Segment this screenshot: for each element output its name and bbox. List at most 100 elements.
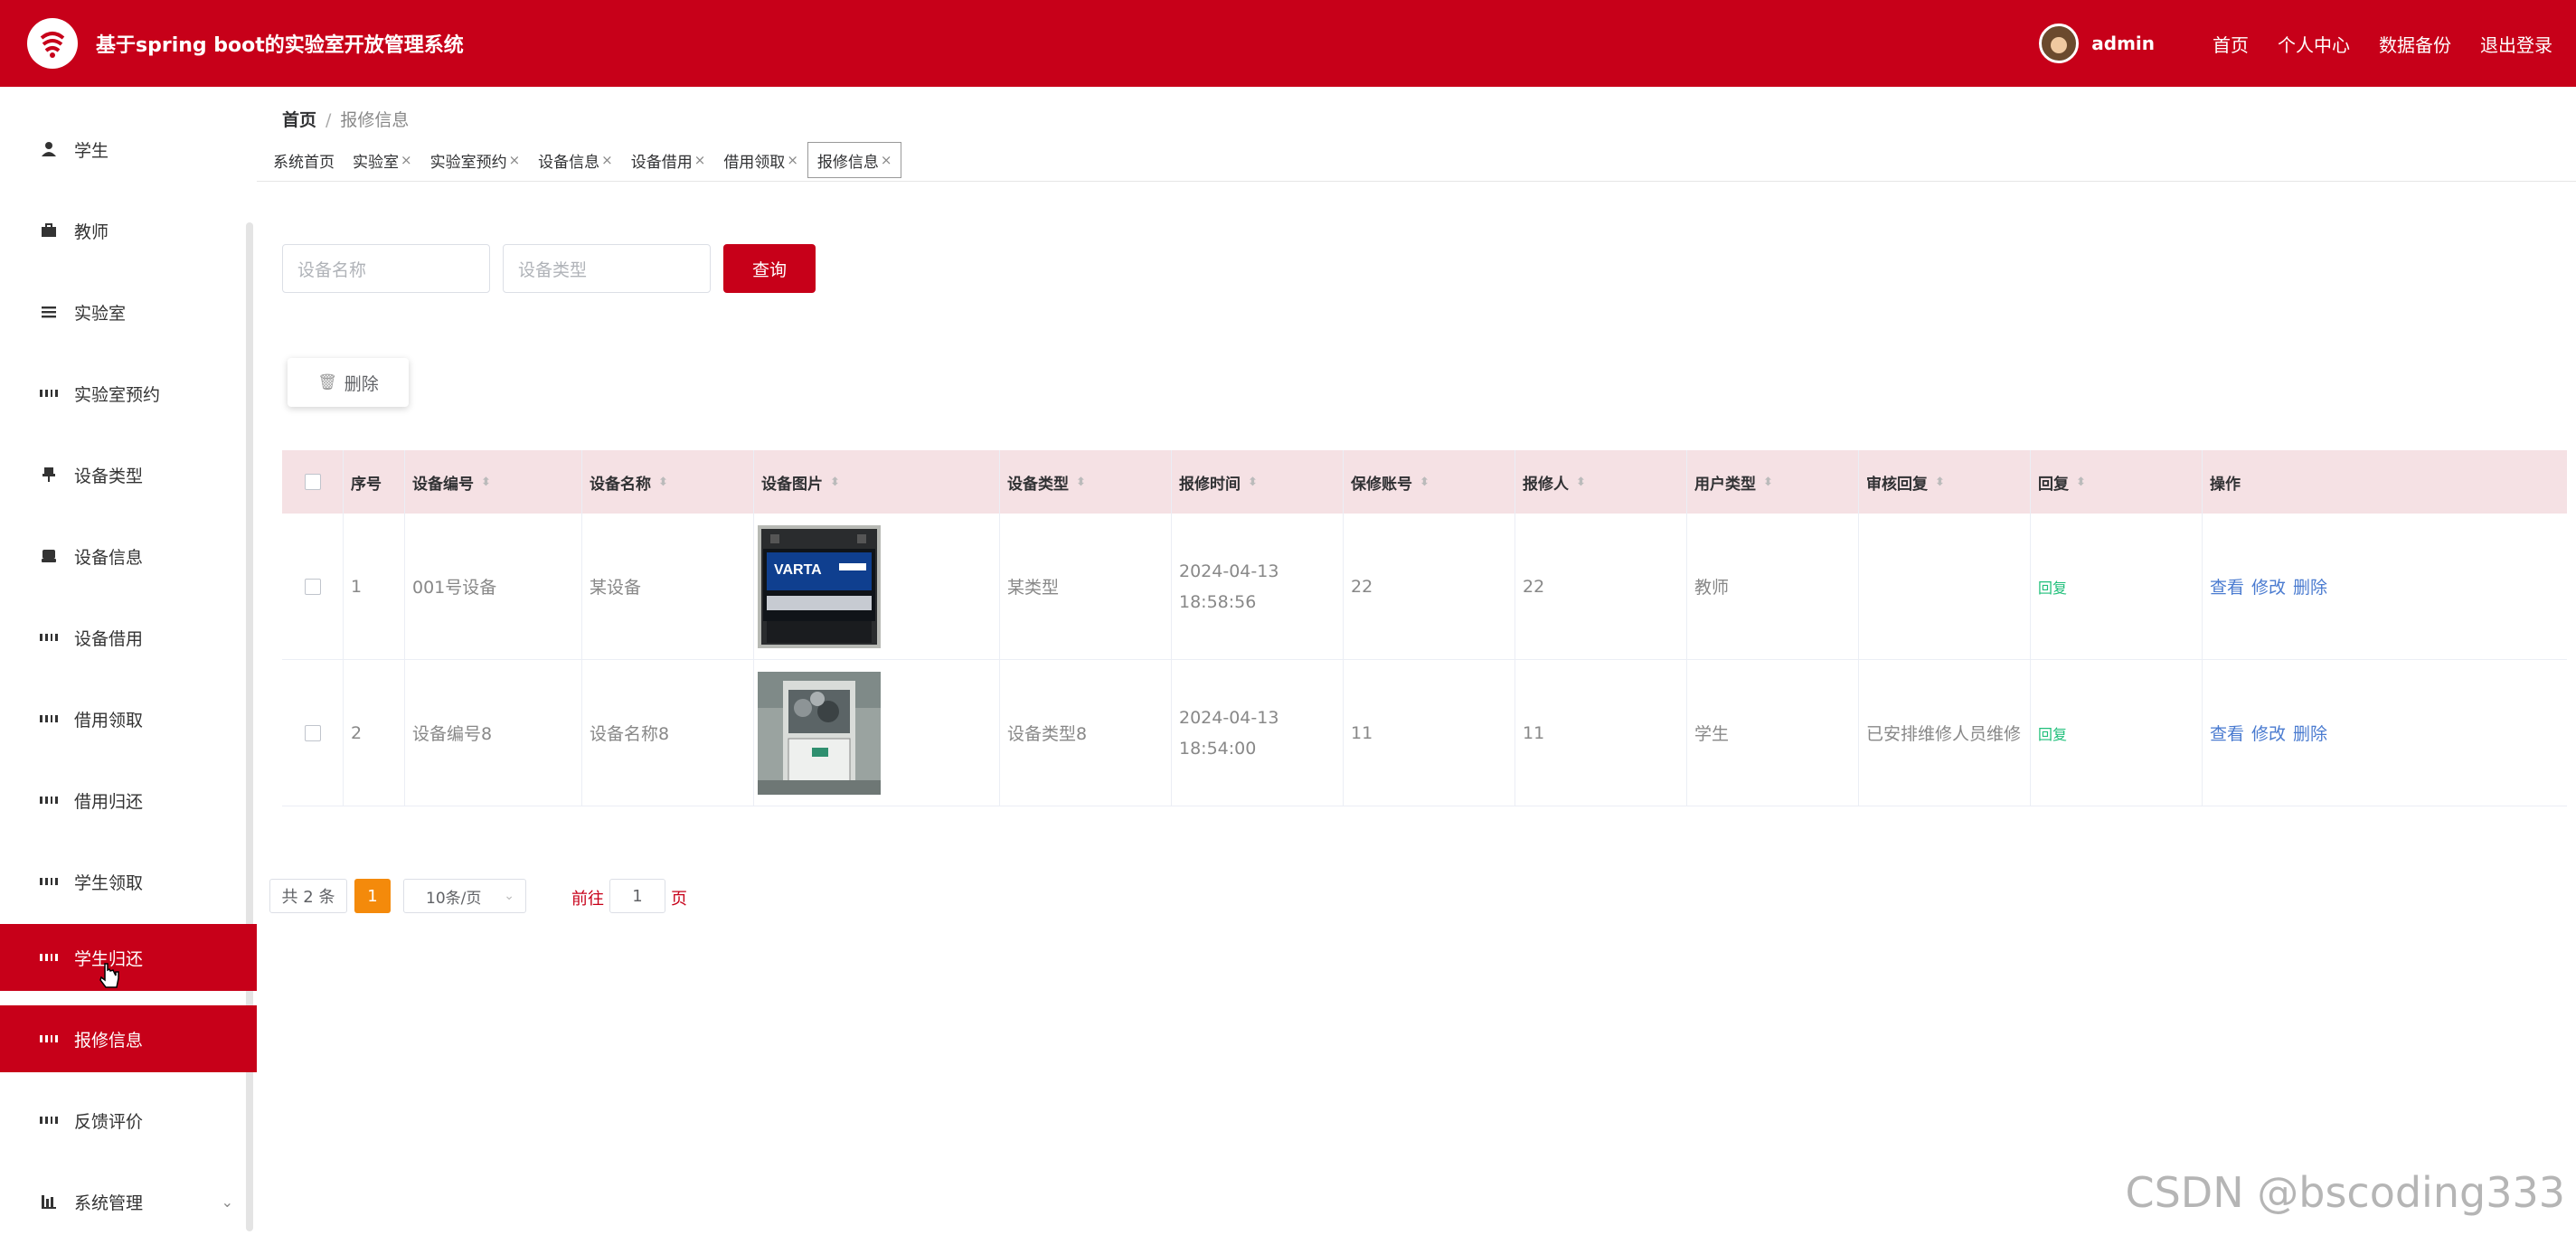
nav-profile-link[interactable]: 个人中心: [2278, 31, 2350, 57]
row-checkbox[interactable]: [305, 725, 321, 741]
sidebar-item-lab-booking[interactable]: 实验室预约: [0, 360, 257, 427]
sidebar-item-label: 设备信息: [74, 544, 143, 569]
sidebar-item-feedback[interactable]: 反馈评价: [0, 1087, 257, 1154]
sidebar-item-label: 教师: [74, 219, 109, 243]
close-icon[interactable]: ×: [401, 152, 412, 168]
close-icon[interactable]: ×: [787, 152, 798, 168]
delete-link[interactable]: 删除: [2293, 721, 2327, 745]
nav-logout-link[interactable]: 退出登录: [2480, 31, 2552, 57]
col-header-type[interactable]: 设备类型⬍: [1000, 450, 1172, 514]
close-icon[interactable]: ×: [601, 152, 613, 168]
delete-link[interactable]: 删除: [2293, 574, 2327, 599]
select-all-checkbox-cell[interactable]: [282, 450, 344, 514]
sidebar-item-label: 系统管理: [74, 1190, 143, 1214]
chevron-down-icon: ⌄: [222, 1193, 233, 1211]
sort-icon: ⬍: [1248, 476, 1258, 489]
user-avatar[interactable]: [2039, 24, 2079, 63]
view-link[interactable]: 查看: [2210, 721, 2244, 745]
battery-photo[interactable]: VARTA: [758, 525, 881, 648]
cell-user-type: 教师: [1687, 514, 1859, 659]
grid-icon: [40, 948, 58, 966]
reply-link[interactable]: 回复: [2038, 722, 2067, 744]
nav-home-link[interactable]: 首页: [2213, 31, 2249, 57]
top-header: 基于spring boot的实验室开放管理系统 admin 首页 个人中心 数据…: [0, 0, 2576, 87]
sidebar-item-system[interactable]: 系统管理 ⌄: [0, 1168, 257, 1235]
sort-icon: ⬍: [481, 476, 491, 489]
col-header-index: 序号: [344, 450, 405, 514]
cell-review: 已安排维修人员维修: [1859, 660, 2031, 806]
sidebar-item-lab[interactable]: 实验室: [0, 278, 257, 345]
sidebar-item-student-return[interactable]: 学生归还: [0, 924, 257, 991]
breadcrumb: 首页/报修信息: [282, 107, 409, 131]
cell-time: 2024-04-13 18:54:00: [1172, 660, 1344, 806]
device-name-search-input[interactable]: 设备名称: [282, 244, 490, 293]
edit-link[interactable]: 修改: [2251, 721, 2286, 745]
col-header-reporter[interactable]: 报修人⬍: [1515, 450, 1687, 514]
row-checkbox-cell[interactable]: [282, 660, 344, 806]
reply-link[interactable]: 回复: [2038, 576, 2067, 598]
breadcrumb-home[interactable]: 首页: [282, 110, 316, 130]
sidebar-item-student[interactable]: 学生: [0, 116, 257, 183]
query-button[interactable]: 查询: [723, 244, 816, 293]
cell-reply: 回复: [2031, 514, 2203, 659]
app-logo: [27, 18, 78, 69]
col-header-name[interactable]: 设备名称⬍: [582, 450, 754, 514]
col-header-time[interactable]: 报修时间⬍: [1172, 450, 1344, 514]
row-checkbox-cell[interactable]: [282, 514, 344, 659]
cell-user-type: 学生: [1687, 660, 1859, 806]
sidebar-item-label: 报修信息: [74, 1027, 143, 1051]
view-link[interactable]: 查看: [2210, 574, 2244, 599]
col-header-review[interactable]: 审核回复⬍: [1859, 450, 2031, 514]
col-header-image[interactable]: 设备图片⬍: [754, 450, 1000, 514]
close-icon[interactable]: ×: [694, 152, 706, 168]
sidebar-item-device-type[interactable]: 设备类型: [0, 441, 257, 508]
machine-photo[interactable]: [758, 672, 881, 795]
col-header-code[interactable]: 设备编号⬍: [405, 450, 582, 514]
pagination-page-1[interactable]: 1: [354, 879, 391, 913]
col-header-account[interactable]: 保修账号⬍: [1344, 450, 1515, 514]
sidebar: 学生 教师 实验室 实验室预约 设备类型 设备信息 设备借用 借用领取: [0, 87, 257, 1231]
sidebar-item-borrow-return[interactable]: 借用归还: [0, 767, 257, 834]
sidebar-item-label: 实验室: [74, 300, 126, 325]
tab-lab-booking[interactable]: 实验室预约×: [421, 142, 530, 178]
delete-button[interactable]: 🗑 删除: [288, 358, 409, 407]
delete-button-label: 删除: [344, 371, 379, 395]
sidebar-item-device-info[interactable]: 设备信息: [0, 523, 257, 589]
sidebar-item-label: 设备类型: [74, 463, 143, 487]
page-size-select[interactable]: 10条/页 ⌄: [403, 879, 526, 913]
nav-backup-link[interactable]: 数据备份: [2379, 31, 2451, 57]
select-all-checkbox[interactable]: [305, 474, 321, 490]
col-header-user-type[interactable]: 用户类型⬍: [1687, 450, 1859, 514]
tab-system-home[interactable]: 系统首页: [264, 142, 344, 178]
col-header-reply[interactable]: 回复⬍: [2031, 450, 2203, 514]
sidebar-item-repair-info[interactable]: 报修信息: [0, 1005, 257, 1072]
tab-lab[interactable]: 实验室×: [344, 142, 421, 178]
app-title: 基于spring boot的实验室开放管理系统: [96, 29, 464, 58]
sidebar-item-student-pickup[interactable]: 学生领取: [0, 848, 257, 915]
sidebar-item-label: 反馈评价: [74, 1108, 143, 1133]
close-icon[interactable]: ×: [881, 152, 892, 168]
cell-ops: 查看 修改 删除: [2203, 514, 2567, 659]
pushpin-icon: [40, 466, 58, 484]
grid-icon: [40, 710, 58, 728]
cell-account: 22: [1344, 514, 1515, 659]
sidebar-item-borrow-pickup[interactable]: 借用领取: [0, 685, 257, 752]
tab-device-borrow[interactable]: 设备借用×: [622, 142, 715, 178]
sidebar-item-teacher[interactable]: 教师: [0, 197, 257, 264]
cell-code: 001号设备: [405, 514, 582, 659]
table-header: 序号 设备编号⬍ 设备名称⬍ 设备图片⬍ 设备类型⬍ 报修时间⬍ 保修账号⬍ 报…: [282, 450, 2567, 514]
sort-icon: ⬍: [1576, 476, 1586, 489]
tab-device-info[interactable]: 设备信息×: [529, 142, 622, 178]
tab-borrow-pickup[interactable]: 借用领取×: [714, 142, 807, 178]
edit-link[interactable]: 修改: [2251, 574, 2286, 599]
sidebar-item-label: 学生: [74, 137, 109, 162]
sidebar-item-device-borrow[interactable]: 设备借用: [0, 604, 257, 671]
goto-page-input[interactable]: 1: [609, 879, 665, 913]
row-checkbox[interactable]: [305, 579, 321, 595]
close-icon[interactable]: ×: [509, 152, 521, 168]
tab-divider: [257, 181, 2576, 182]
device-type-search-input[interactable]: 设备类型: [503, 244, 711, 293]
cell-name: 某设备: [582, 514, 754, 659]
sidebar-item-label: 设备借用: [74, 626, 143, 650]
tab-repair-info[interactable]: 报修信息×: [807, 142, 902, 178]
